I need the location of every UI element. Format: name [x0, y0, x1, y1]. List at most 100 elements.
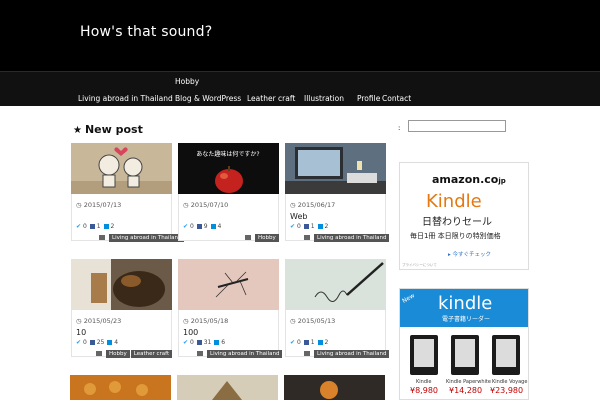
post-date: ◷ 2015/05/18: [183, 317, 229, 325]
kindle-paperwhite-image[interactable]: [451, 335, 479, 375]
post-tags: Living abroad in Thailand: [99, 234, 185, 242]
post-tags: Living abroad in Thailand: [197, 350, 283, 358]
nav-item-living-abroad[interactable]: Living abroad in Thailand: [78, 94, 173, 103]
twitter-icon[interactable]: ✔: [76, 223, 81, 230]
device-price: ¥14,280: [449, 386, 483, 395]
main-nav: Hobby Living abroad in Thailand Blog & W…: [0, 71, 600, 106]
post-tags: Hobby: [245, 234, 279, 242]
category-tag[interactable]: Hobby: [106, 350, 130, 358]
post-title[interactable]: 10: [76, 328, 86, 337]
device-name: Kindle: [416, 379, 432, 385]
amazon-logo: amazon.cojp: [432, 173, 506, 186]
post-tags: Hobby Leather craft: [96, 350, 173, 358]
post-thumbnail[interactable]: [284, 375, 385, 400]
hatena-icon[interactable]: [214, 340, 220, 345]
ad-headline: 日替わりセール: [422, 217, 492, 228]
post-card[interactable]: [70, 375, 172, 400]
post-thumbnail[interactable]: [177, 375, 278, 400]
category-tag[interactable]: Leather craft: [130, 350, 173, 358]
twitter-icon[interactable]: ✔: [290, 339, 295, 346]
search-input[interactable]: [408, 120, 506, 132]
post-thumbnail[interactable]: [70, 375, 171, 400]
kindle-voyage-image[interactable]: [492, 335, 520, 375]
amazon-kindle-sale-ad[interactable]: amazon.cojp Kindle 日替わりセール 毎日1冊 本日限りの特別価…: [399, 162, 529, 270]
post-thumbnail[interactable]: [71, 143, 172, 194]
category-tag[interactable]: Living abroad in Thailand: [314, 350, 390, 358]
share-counts: ✔ 0 25 4: [76, 339, 119, 346]
post-date: ◷ 2015/05/23: [76, 317, 122, 325]
folder-icon: [99, 235, 105, 240]
category-tag[interactable]: Living abroad in Thailand: [314, 234, 390, 242]
kindle-brand: kindle: [438, 293, 493, 314]
post-card[interactable]: あなた趣味は何ですか? ◷ 2015/07/10 ✔ 0 9 4 Hobby: [178, 143, 279, 242]
folder-icon: [304, 235, 310, 240]
post-tags: Living abroad in Thailand: [304, 350, 390, 358]
post-date: ◷ 2015/05/13: [290, 317, 336, 325]
twitter-icon[interactable]: ✔: [290, 223, 295, 230]
twitter-icon[interactable]: ✔: [183, 339, 188, 346]
device-name: Kindle Paperwhite: [446, 379, 491, 385]
category-tag[interactable]: Living abroad in Thailand: [109, 234, 185, 242]
search-label: :: [398, 124, 401, 132]
post-title[interactable]: 100: [183, 328, 198, 337]
share-counts: ✔ 0 1 2: [290, 223, 329, 230]
site-title[interactable]: How's that sound?: [80, 24, 212, 40]
nav-item-blog-wordpress[interactable]: Blog & WordPress: [175, 94, 241, 103]
ad-privacy-note[interactable]: プライバシーについて: [402, 263, 437, 268]
device-name: Kindle Voyage: [492, 379, 528, 385]
post-thumbnail[interactable]: [178, 259, 279, 310]
post-thumbnail[interactable]: あなた趣味は何ですか?: [178, 143, 279, 194]
share-counts: ✔ 0 31 6: [183, 339, 226, 346]
nav-item-leather-craft[interactable]: Leather craft: [247, 94, 295, 103]
post-card[interactable]: ◷ 2015/07/13 ✔ 0 1 2 Living abroad in Th…: [71, 143, 185, 242]
twitter-icon[interactable]: ✔: [76, 339, 81, 346]
facebook-icon[interactable]: [89, 340, 95, 345]
kindle-wordmark: Kindle: [426, 191, 482, 212]
post-card[interactable]: ◷ 2015/05/18 100 ✔ 0 31 6 Living abroad …: [178, 259, 283, 358]
facebook-icon[interactable]: [303, 224, 309, 229]
category-tag[interactable]: Living abroad in Thailand: [207, 350, 283, 358]
facebook-icon[interactable]: [196, 340, 202, 345]
ad-cta-link[interactable]: ▸ 今すぐチェック: [448, 250, 491, 258]
kindle-device-image[interactable]: [410, 335, 438, 375]
ad-subline: 毎日1冊 本日限りの特別価格: [410, 232, 501, 240]
folder-icon: [96, 351, 102, 356]
post-card[interactable]: [177, 375, 279, 400]
kindle-devices-ad[interactable]: New kindle 電子書籍リーダー Kindle Kindle Paperw…: [399, 288, 529, 400]
post-thumbnail[interactable]: [285, 143, 386, 194]
section-heading: ★ New post: [73, 123, 143, 136]
post-card[interactable]: ◷ 2015/05/13 ✔ 0 1 2 Living abroad in Th…: [285, 259, 390, 358]
post-tags: Living abroad in Thailand: [304, 234, 390, 242]
hatena-icon[interactable]: [317, 224, 323, 229]
facebook-icon[interactable]: [89, 224, 95, 229]
post-card[interactable]: ◷ 2015/05/23 10 ✔ 0 25 4 Hobby Leather cr…: [71, 259, 173, 358]
post-card[interactable]: ◷ 2015/06/17 Web ✔ 0 1 2 Living abroad i…: [285, 143, 390, 242]
share-counts: ✔ 0 9 4: [183, 223, 222, 230]
site-header: How's that sound?: [0, 0, 600, 71]
post-thumbnail[interactable]: [285, 259, 386, 310]
facebook-icon[interactable]: [303, 340, 309, 345]
section-heading-text: New post: [84, 123, 143, 136]
post-thumbnail[interactable]: [71, 259, 172, 310]
facebook-icon[interactable]: [196, 224, 202, 229]
nav-item-illustration[interactable]: Illustration: [304, 94, 344, 103]
folder-icon: [245, 235, 251, 240]
hatena-icon[interactable]: [107, 340, 113, 345]
device-price: ¥8,980: [410, 386, 438, 395]
post-title[interactable]: Web: [290, 212, 307, 221]
star-icon: ★: [73, 125, 82, 136]
post-date: ◷ 2015/07/10: [183, 201, 229, 209]
post-card[interactable]: [284, 375, 386, 400]
nav-item-hobby[interactable]: Hobby: [175, 77, 199, 86]
hatena-icon[interactable]: [103, 224, 109, 229]
nav-item-profile[interactable]: Profile: [357, 94, 380, 103]
hatena-icon[interactable]: [317, 340, 323, 345]
twitter-icon[interactable]: ✔: [183, 223, 188, 230]
share-counts: ✔ 0 1 2: [290, 339, 329, 346]
hatena-icon[interactable]: [210, 224, 216, 229]
thumbnail-caption: あなた趣味は何ですか?: [196, 150, 259, 158]
category-tag[interactable]: Hobby: [255, 234, 279, 242]
post-date: ◷ 2015/06/17: [290, 201, 336, 209]
kindle-subtitle: 電子書籍リーダー: [442, 316, 491, 323]
nav-item-contact[interactable]: Contact: [382, 94, 411, 103]
